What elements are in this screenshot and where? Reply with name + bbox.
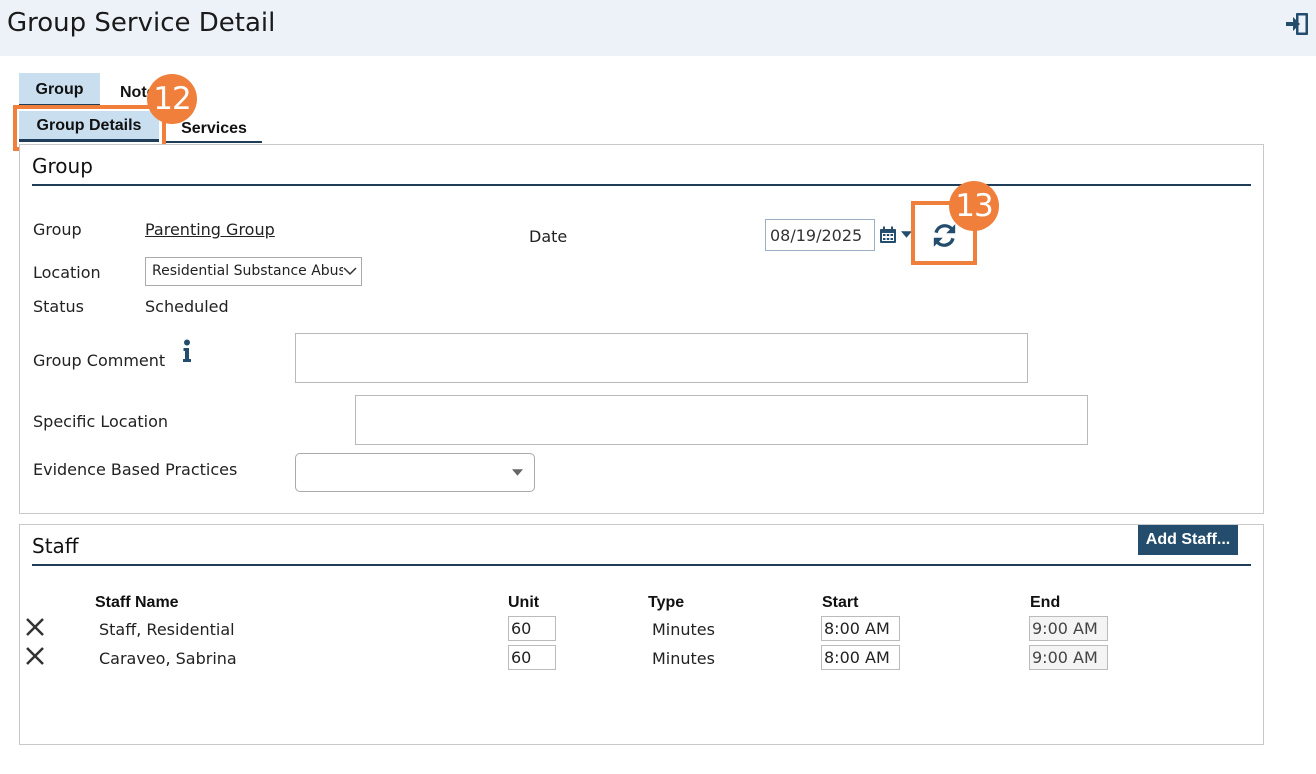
ebp-label: Evidence Based Practices xyxy=(33,460,238,479)
callout-badge-12: 12 xyxy=(147,74,197,124)
group-panel-title: Group xyxy=(32,154,93,178)
group-panel: Group xyxy=(19,144,1264,514)
group-name-link[interactable]: Parenting Group xyxy=(145,220,275,239)
column-header-staff-name: Staff Name xyxy=(95,594,179,611)
add-staff-button[interactable]: Add Staff... xyxy=(1138,525,1238,555)
end-time-input xyxy=(1029,645,1108,670)
specific-location-input[interactable] xyxy=(355,395,1088,445)
group-panel-rule xyxy=(32,184,1251,186)
start-time-input[interactable] xyxy=(821,645,900,670)
date-label: Date xyxy=(529,227,568,246)
chevron-down-icon xyxy=(343,264,357,278)
callout-badge-13: 13 xyxy=(949,181,999,231)
staff-panel-title: Staff xyxy=(32,534,79,558)
unit-type: Minutes xyxy=(652,649,715,668)
status-label: Status xyxy=(33,297,84,316)
exit-icon[interactable] xyxy=(1283,10,1311,38)
column-header-end: End xyxy=(1030,594,1061,611)
column-header-type: Type xyxy=(648,594,685,611)
end-time-input xyxy=(1029,616,1108,641)
staff-name: Caraveo, Sabrina xyxy=(99,649,237,668)
staff-name: Staff, Residential xyxy=(99,620,235,639)
tab-group[interactable]: Group xyxy=(19,73,100,106)
info-icon[interactable] xyxy=(182,339,192,363)
unit-type: Minutes xyxy=(652,620,715,639)
specific-location-label: Specific Location xyxy=(33,412,169,431)
delete-icon[interactable] xyxy=(25,617,45,637)
unit-input[interactable] xyxy=(508,616,556,641)
date-input[interactable] xyxy=(765,219,875,251)
delete-icon[interactable] xyxy=(25,646,45,666)
start-time-input[interactable] xyxy=(821,616,900,641)
location-select[interactable]: Residential Substance Abuse xyxy=(145,257,362,286)
calendar-icon[interactable] xyxy=(879,226,897,244)
tab-services-underline xyxy=(166,141,262,143)
column-header-start: Start xyxy=(822,594,859,611)
status-value: Scheduled xyxy=(145,297,229,316)
staff-panel-rule xyxy=(32,564,1251,566)
group-comment-input[interactable] xyxy=(295,333,1028,383)
caret-down-icon xyxy=(512,469,523,476)
location-select-value: Residential Substance Abuse xyxy=(152,263,355,279)
tab-services[interactable]: Services xyxy=(166,120,262,138)
page-title: Group Service Detail xyxy=(7,8,276,38)
group-label: Group xyxy=(33,220,82,239)
ebp-select[interactable] xyxy=(295,453,535,492)
group-comment-label: Group Comment xyxy=(33,351,166,370)
column-header-unit: Unit xyxy=(508,594,540,611)
page-header: Group Service Detail xyxy=(0,0,1316,56)
unit-input[interactable] xyxy=(508,645,556,670)
location-label: Location xyxy=(33,263,101,282)
refresh-icon[interactable] xyxy=(931,222,958,249)
